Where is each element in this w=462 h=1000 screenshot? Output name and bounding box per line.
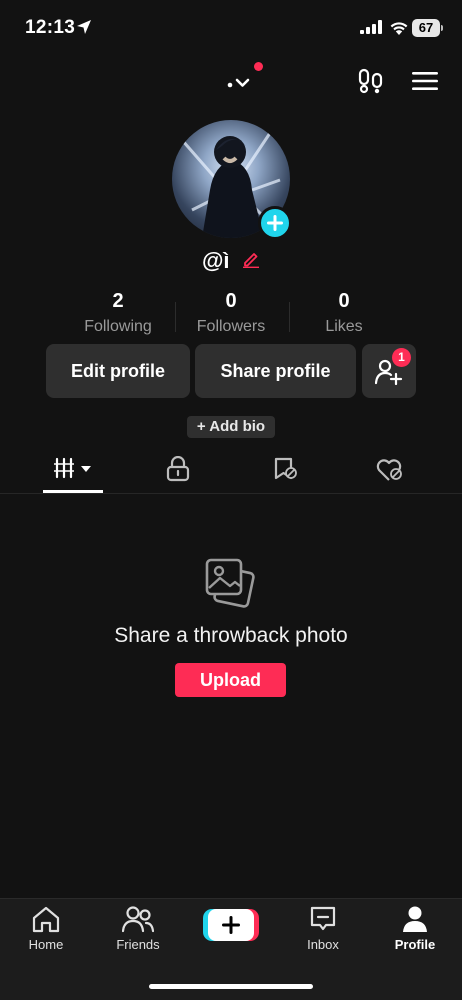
divider bbox=[0, 493, 462, 494]
plus-icon bbox=[267, 215, 283, 231]
inbox-icon bbox=[310, 906, 336, 931]
tab-favorites[interactable] bbox=[241, 450, 331, 492]
nav-friends-label: Friends bbox=[116, 937, 160, 952]
empty-state-title: Share a throwback photo bbox=[114, 624, 348, 647]
profile-icon bbox=[403, 906, 427, 932]
battery-icon: 67 bbox=[412, 19, 444, 37]
nav-profile[interactable]: Profile bbox=[375, 905, 455, 961]
videos-grid-icon bbox=[54, 457, 91, 479]
add-bio-button[interactable]: + Add bio bbox=[187, 416, 275, 438]
username-row: @ì bbox=[0, 248, 462, 276]
followers-count: 0 bbox=[225, 290, 237, 312]
create-button[interactable] bbox=[203, 909, 259, 941]
edit-profile-button[interactable]: Edit profile bbox=[46, 344, 190, 398]
battery-level: 67 bbox=[418, 20, 434, 35]
followers-label: Followers bbox=[196, 318, 266, 335]
stat-followers[interactable]: 0 Followers bbox=[171, 290, 291, 336]
nav-home[interactable]: Home bbox=[6, 905, 86, 961]
nav-profile-label: Profile bbox=[394, 937, 436, 952]
upload-button[interactable]: Upload bbox=[175, 663, 286, 697]
account-switcher-button[interactable] bbox=[224, 62, 263, 94]
liked-icon bbox=[376, 459, 402, 481]
wifi-icon bbox=[389, 19, 409, 40]
following-label: Following bbox=[84, 318, 152, 335]
following-count: 2 bbox=[112, 290, 124, 312]
stat-following[interactable]: 2 Following bbox=[58, 290, 178, 336]
favorites-icon bbox=[274, 457, 297, 480]
home-icon bbox=[32, 906, 60, 933]
photos-icon bbox=[203, 556, 259, 617]
notification-dot bbox=[254, 62, 263, 71]
home-indicator[interactable] bbox=[149, 984, 313, 989]
likes-label: Likes bbox=[325, 318, 363, 335]
cellular-signal-icon bbox=[360, 20, 382, 39]
share-profile-button[interactable]: Share profile bbox=[195, 344, 356, 398]
nav-friends[interactable]: Friends bbox=[98, 905, 178, 961]
menu-icon[interactable] bbox=[412, 71, 438, 96]
location-arrow-icon bbox=[76, 19, 92, 40]
status-time: 12:13 bbox=[25, 17, 76, 38]
footprint-icon[interactable] bbox=[357, 68, 385, 99]
pencil-icon[interactable] bbox=[242, 250, 260, 273]
add-avatar-button[interactable] bbox=[258, 206, 292, 240]
friend-request-badge: 1 bbox=[392, 348, 411, 367]
profile-screen: 12:13 67 @ì 2 Following 0 Followers 0 Li… bbox=[0, 0, 462, 1000]
tab-liked[interactable] bbox=[345, 450, 435, 492]
friends-icon bbox=[122, 906, 154, 933]
nav-inbox-label: Inbox bbox=[307, 937, 339, 952]
nav-inbox[interactable]: Inbox bbox=[283, 905, 363, 961]
stat-likes[interactable]: 0 Likes bbox=[284, 290, 404, 336]
create-icon bbox=[222, 916, 240, 934]
tab-videos[interactable] bbox=[28, 450, 118, 492]
username: @ì bbox=[201, 248, 230, 273]
tab-private[interactable] bbox=[133, 450, 223, 492]
nav-home-label: Home bbox=[28, 937, 64, 952]
status-bar: 12:13 67 bbox=[0, 0, 462, 56]
bottom-nav: Home Friends Inbox Profile bbox=[0, 898, 462, 1000]
likes-count: 0 bbox=[338, 290, 350, 312]
lock-icon bbox=[166, 456, 190, 482]
